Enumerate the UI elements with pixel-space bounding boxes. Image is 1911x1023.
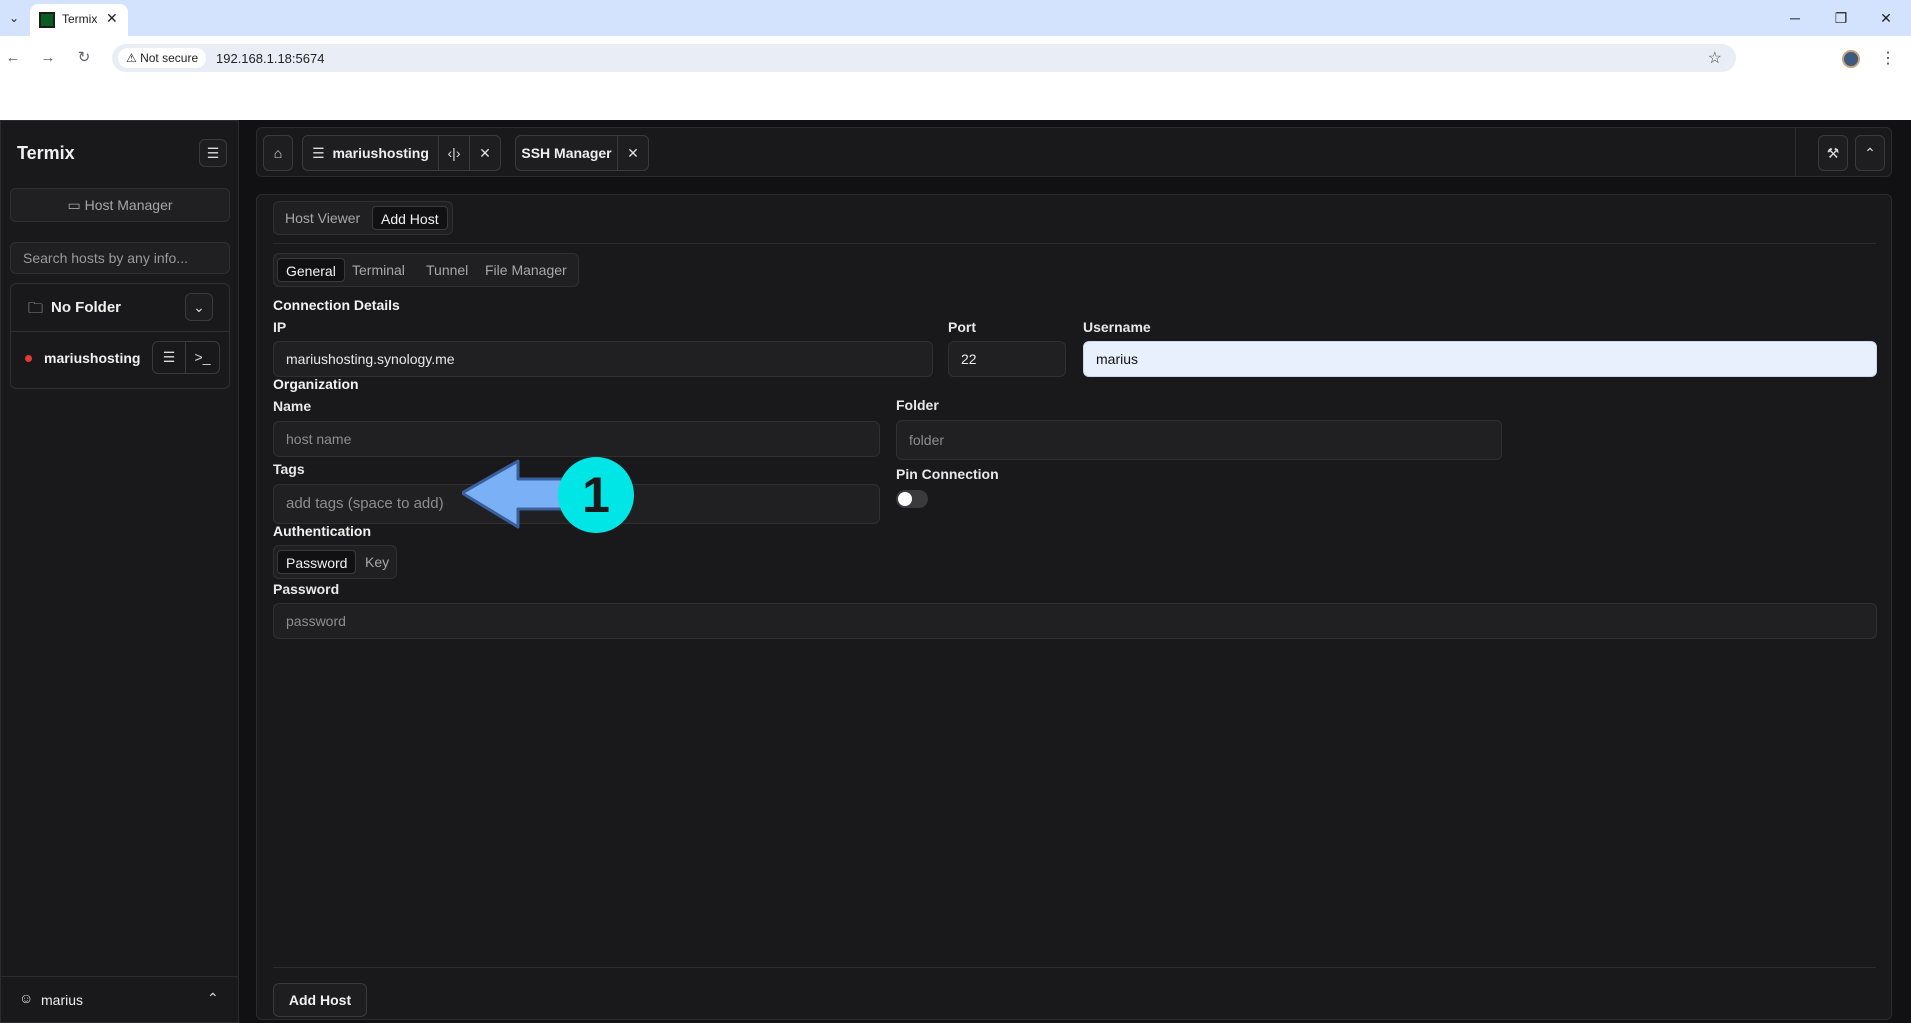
host-item-name[interactable]: mariushosting — [44, 350, 140, 366]
section-tabs: General Terminal Tunnel File Manager — [273, 253, 579, 287]
ip-label: IP — [273, 319, 287, 335]
pin-connection-label: Pin Connection — [896, 466, 999, 482]
port-input[interactable]: 22 — [948, 341, 1066, 377]
browser-toolbar: ← → ↻ ⚠ Not secure 192.168.1.18:5674 ☆ ⋮ — [0, 36, 1911, 120]
add-host-button[interactable]: Add Host — [273, 983, 367, 1017]
add-host-panel: Host Viewer Add Host General Terminal Tu… — [256, 194, 1892, 1020]
sidebar-menu-icon[interactable]: ☰ — [199, 139, 227, 167]
username-input[interactable]: marius — [1083, 341, 1877, 377]
status-offline-dot — [25, 355, 32, 362]
browser-tab[interactable]: Termix ✕ — [30, 4, 128, 36]
tab-file-manager[interactable]: File Manager — [477, 258, 575, 282]
server-icon: ☰ — [312, 145, 325, 161]
folder-icon: 🗀 — [28, 300, 44, 317]
pin-connection-toggle[interactable] — [896, 490, 928, 508]
address-bar[interactable]: ⚠ Not secure 192.168.1.18:5674 ☆ — [112, 44, 1736, 72]
divider — [273, 243, 1876, 244]
auth-tabs: Password Key — [273, 545, 397, 579]
divider — [1795, 128, 1796, 176]
tab-key[interactable]: Key — [357, 550, 397, 574]
url-text[interactable]: 192.168.1.18:5674 — [216, 51, 324, 66]
split-icon[interactable]: ‹|› — [438, 135, 470, 171]
drive-icon: ▭ — [67, 197, 81, 213]
folder-name: No Folder — [51, 299, 121, 316]
tags-label: Tags — [273, 461, 305, 477]
tab-password[interactable]: Password — [277, 550, 357, 574]
browser-tabstrip: ⌄ Termix ✕ ─ ❐ ✕ — [0, 0, 1911, 36]
folder-input[interactable]: folder — [896, 420, 1502, 460]
terminal-icon[interactable]: >_ — [186, 342, 219, 373]
folder-group: 🗀 No Folder ⌄ mariushosting ☰ >_ — [10, 283, 230, 389]
annotation-arrow-callout: 1 — [462, 457, 634, 533]
tab-close-icon[interactable]: ✕ — [469, 135, 501, 171]
ip-input[interactable]: mariushosting.synology.me — [273, 341, 933, 377]
search-hosts-input[interactable]: Search hosts by any info... — [10, 242, 230, 274]
reload-icon[interactable]: ↻ — [74, 48, 94, 68]
connection-details-heading: Connection Details — [273, 297, 400, 313]
browser-tab-title: Termix — [62, 12, 98, 26]
name-label: Name — [273, 398, 312, 414]
profile-avatar[interactable] — [1842, 50, 1860, 68]
tab-host-viewer[interactable]: Host Viewer — [277, 206, 368, 230]
chevron-up-icon[interactable]: ⌃ — [1855, 135, 1885, 171]
tab-general[interactable]: General — [277, 258, 345, 282]
tab-ssh-manager[interactable]: SSH Manager — [515, 135, 618, 171]
back-icon[interactable]: ← — [3, 48, 23, 68]
port-label: Port — [948, 319, 976, 335]
tab-terminal[interactable]: Terminal — [344, 258, 413, 282]
chevron-up-icon[interactable]: ⌃ — [207, 990, 219, 1007]
mode-tabs: Host Viewer Add Host — [273, 201, 453, 235]
host-actions: ☰ >_ — [152, 341, 220, 374]
termix-favicon-icon — [39, 12, 55, 28]
forward-icon[interactable]: → — [38, 48, 58, 68]
username-label: Username — [1083, 319, 1151, 335]
name-input[interactable]: host name — [273, 421, 880, 457]
termix-app: Termix ☰ ▭ Host Manager Search hosts by … — [0, 120, 1911, 1023]
tab-close-icon[interactable]: ✕ — [617, 135, 649, 171]
annotation-number: 1 — [582, 467, 610, 523]
window-close-icon[interactable]: ✕ — [1876, 8, 1896, 28]
browser-menu-icon[interactable]: ⋮ — [1880, 48, 1896, 68]
authentication-heading: Authentication — [273, 523, 371, 539]
user-name: marius — [41, 992, 84, 1008]
tabs-bar: ⌂ ☰ mariushosting ‹|› ✕ SSH Manager ✕ ⚒ … — [256, 127, 1892, 177]
tab-tunnel[interactable]: Tunnel — [418, 258, 476, 282]
user-icon: ☺ — [19, 990, 34, 1006]
password-label: Password — [273, 581, 340, 597]
tab-mariushosting[interactable]: ☰ mariushosting — [302, 135, 439, 171]
folder-header[interactable]: 🗀 No Folder ⌄ — [11, 284, 229, 332]
divider — [273, 967, 1876, 968]
home-icon[interactable]: ⌂ — [263, 135, 293, 171]
minimize-icon[interactable]: ─ — [1785, 8, 1805, 28]
folder-label: Folder — [896, 397, 939, 413]
tab-close-icon[interactable]: ✕ — [106, 10, 118, 27]
server-icon[interactable]: ☰ — [153, 342, 186, 373]
user-bar[interactable]: ☺ marius ⌃ — [1, 976, 238, 1022]
hammer-icon[interactable]: ⚒ — [1818, 135, 1848, 171]
tab-search-dropdown-icon[interactable]: ⌄ — [4, 8, 24, 28]
tab-add-host[interactable]: Add Host — [372, 206, 448, 230]
restore-icon[interactable]: ❐ — [1831, 8, 1851, 28]
bookmark-star-icon[interactable]: ☆ — [1708, 48, 1722, 68]
password-input[interactable]: password — [273, 603, 1877, 639]
host-manager-button[interactable]: ▭ Host Manager — [10, 188, 230, 222]
organization-heading: Organization — [273, 376, 359, 392]
not-secure-badge[interactable]: ⚠ Not secure — [118, 48, 207, 68]
chevron-down-icon[interactable]: ⌄ — [185, 293, 213, 321]
brand-title: Termix — [17, 143, 75, 163]
sidebar: Termix ☰ ▭ Host Manager Search hosts by … — [0, 120, 239, 1023]
